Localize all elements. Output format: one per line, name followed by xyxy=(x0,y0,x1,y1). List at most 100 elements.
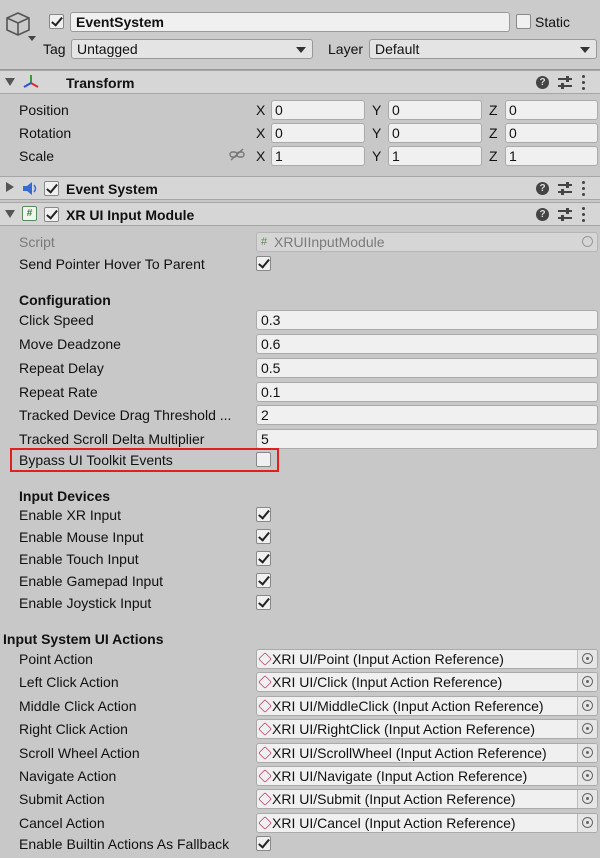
preset-sliders-icon[interactable] xyxy=(558,208,572,221)
script-label: Script xyxy=(19,234,55,250)
active-checkbox[interactable] xyxy=(49,14,64,29)
enable-joystick-input-label: Enable Joystick Input xyxy=(19,595,152,611)
help-icon[interactable]: ? xyxy=(536,76,549,89)
rotation-y-input[interactable]: 0 xyxy=(388,123,482,143)
object-picker-icon[interactable] xyxy=(577,814,597,832)
chevron-down-icon xyxy=(580,47,590,53)
point-action-label: Point Action xyxy=(19,651,93,667)
script-object-field: # XRUIInputModule xyxy=(256,232,598,252)
enable-xr-input-checkbox[interactable] xyxy=(256,507,271,522)
navigate-action-field[interactable]: XRI UI/Navigate (Input Action Reference) xyxy=(256,766,598,786)
input-devices-header: Input Devices xyxy=(19,488,111,504)
foldout-closed-icon[interactable] xyxy=(6,182,14,192)
right-click-action-label: Right Click Action xyxy=(19,721,128,737)
input-action-icon xyxy=(258,699,272,713)
event-system-speaker-icon xyxy=(23,182,37,195)
enable-touch-input-checkbox[interactable] xyxy=(256,551,271,566)
configuration-header: Configuration xyxy=(19,292,111,308)
help-icon[interactable]: ? xyxy=(536,208,549,221)
repeat-delay-label: Repeat Delay xyxy=(19,360,104,376)
drag-threshold-input[interactable]: 2 xyxy=(256,405,598,425)
constrain-proportions-link-icon[interactable] xyxy=(229,148,245,162)
enable-gamepad-input-checkbox[interactable] xyxy=(256,573,271,588)
position-y-input[interactable]: 0 xyxy=(388,100,482,120)
rotation-z-input[interactable]: 0 xyxy=(505,123,598,143)
send-hover-checkbox[interactable] xyxy=(256,256,271,271)
scale-label: Scale xyxy=(19,148,55,164)
enable-mouse-input-checkbox[interactable] xyxy=(256,529,271,544)
right-click-action-field[interactable]: XRI UI/RightClick (Input Action Referenc… xyxy=(256,719,598,739)
script-file-icon: # xyxy=(261,236,268,248)
script-hash-icon: # xyxy=(22,206,37,221)
rotation-x-input[interactable]: 0 xyxy=(271,123,365,143)
gameobject-name-input[interactable]: EventSystem xyxy=(70,12,510,32)
object-picker-icon[interactable] xyxy=(577,744,597,762)
repeat-delay-input[interactable]: 0.5 xyxy=(256,358,598,378)
static-checkbox[interactable] xyxy=(516,14,531,29)
scroll-wheel-action-label: Scroll Wheel Action xyxy=(19,745,140,761)
move-deadzone-input[interactable]: 0.6 xyxy=(256,334,598,354)
event-system-enabled-checkbox[interactable] xyxy=(44,181,59,196)
move-deadzone-label: Move Deadzone xyxy=(19,336,121,352)
scroll-wheel-action-value: XRI UI/ScrollWheel (Input Action Referen… xyxy=(272,745,547,761)
left-click-action-field[interactable]: XRI UI/Click (Input Action Reference) xyxy=(256,672,598,692)
tag-value: Untagged xyxy=(77,41,138,57)
left-click-action-value: XRI UI/Click (Input Action Reference) xyxy=(272,674,503,690)
builtin-fallback-label: Enable Builtin Actions As Fallback xyxy=(19,836,230,852)
icon-dropdown-icon[interactable] xyxy=(28,36,36,41)
scroll-delta-input[interactable]: 5 xyxy=(256,429,598,449)
point-action-field[interactable]: XRI UI/Point (Input Action Reference) xyxy=(256,649,598,669)
input-action-icon xyxy=(258,792,272,806)
scale-z-input[interactable]: 1 xyxy=(505,146,598,166)
click-speed-input[interactable]: 0.3 xyxy=(256,310,598,330)
position-x-input[interactable]: 0 xyxy=(271,100,365,120)
foldout-open-icon[interactable] xyxy=(5,210,15,218)
object-picker-icon[interactable] xyxy=(577,650,597,668)
repeat-rate-input[interactable]: 0.1 xyxy=(256,382,598,402)
layer-value: Default xyxy=(375,41,420,57)
scroll-wheel-action-field[interactable]: XRI UI/ScrollWheel (Input Action Referen… xyxy=(256,743,598,763)
cancel-action-label: Cancel Action xyxy=(19,815,105,831)
object-picker-icon[interactable] xyxy=(577,697,597,715)
component-header-icons: ? xyxy=(536,206,596,224)
left-click-action-label: Left Click Action xyxy=(19,674,119,690)
position-label: Position xyxy=(19,102,69,118)
transform-component-header[interactable]: Transform ? xyxy=(0,70,600,94)
preset-sliders-icon[interactable] xyxy=(558,182,572,195)
position-z-input[interactable]: 0 xyxy=(505,100,598,120)
tag-dropdown[interactable]: Untagged xyxy=(71,39,313,59)
navigate-action-label: Navigate Action xyxy=(19,768,117,784)
xr-module-title: XR UI Input Module xyxy=(66,207,195,223)
submit-action-field[interactable]: XRI UI/Submit (Input Action Reference) xyxy=(256,789,598,809)
xr-ui-input-module-component-header[interactable]: # XR UI Input Module ? xyxy=(0,202,600,226)
input-action-icon xyxy=(258,675,272,689)
object-picker-icon[interactable] xyxy=(577,767,597,785)
scale-x-input[interactable]: 1 xyxy=(271,146,365,166)
object-picker-icon[interactable] xyxy=(577,673,597,691)
help-icon[interactable]: ? xyxy=(536,182,549,195)
object-picker-icon[interactable] xyxy=(577,790,597,808)
preset-sliders-icon[interactable] xyxy=(558,76,572,89)
xr-module-enabled-checkbox[interactable] xyxy=(44,207,59,222)
tag-label: Tag xyxy=(43,41,66,57)
cancel-action-field[interactable]: XRI UI/Cancel (Input Action Reference) xyxy=(256,813,598,833)
static-label: Static xyxy=(535,14,571,30)
kebab-menu-icon[interactable] xyxy=(582,207,585,222)
scale-y-input[interactable]: 1 xyxy=(388,146,482,166)
object-picker-icon[interactable] xyxy=(577,720,597,738)
object-picker-icon xyxy=(582,236,593,247)
middle-click-action-field[interactable]: XRI UI/MiddleClick (Input Action Referen… xyxy=(256,696,598,716)
enable-joystick-input-checkbox[interactable] xyxy=(256,595,271,610)
input-action-icon xyxy=(258,816,272,830)
foldout-open-icon[interactable] xyxy=(5,78,15,86)
builtin-fallback-checkbox[interactable] xyxy=(256,836,271,851)
kebab-menu-icon[interactable] xyxy=(582,75,585,90)
submit-action-label: Submit Action xyxy=(19,791,105,807)
navigate-action-value: XRI UI/Navigate (Input Action Reference) xyxy=(272,768,528,784)
event-system-component-header[interactable]: Event System ? xyxy=(0,176,600,200)
layer-dropdown[interactable]: Default xyxy=(369,39,597,59)
kebab-menu-icon[interactable] xyxy=(582,181,585,196)
right-click-action-value: XRI UI/RightClick (Input Action Referenc… xyxy=(272,721,535,737)
submit-action-value: XRI UI/Submit (Input Action Reference) xyxy=(272,791,516,807)
input-action-icon xyxy=(258,769,272,783)
